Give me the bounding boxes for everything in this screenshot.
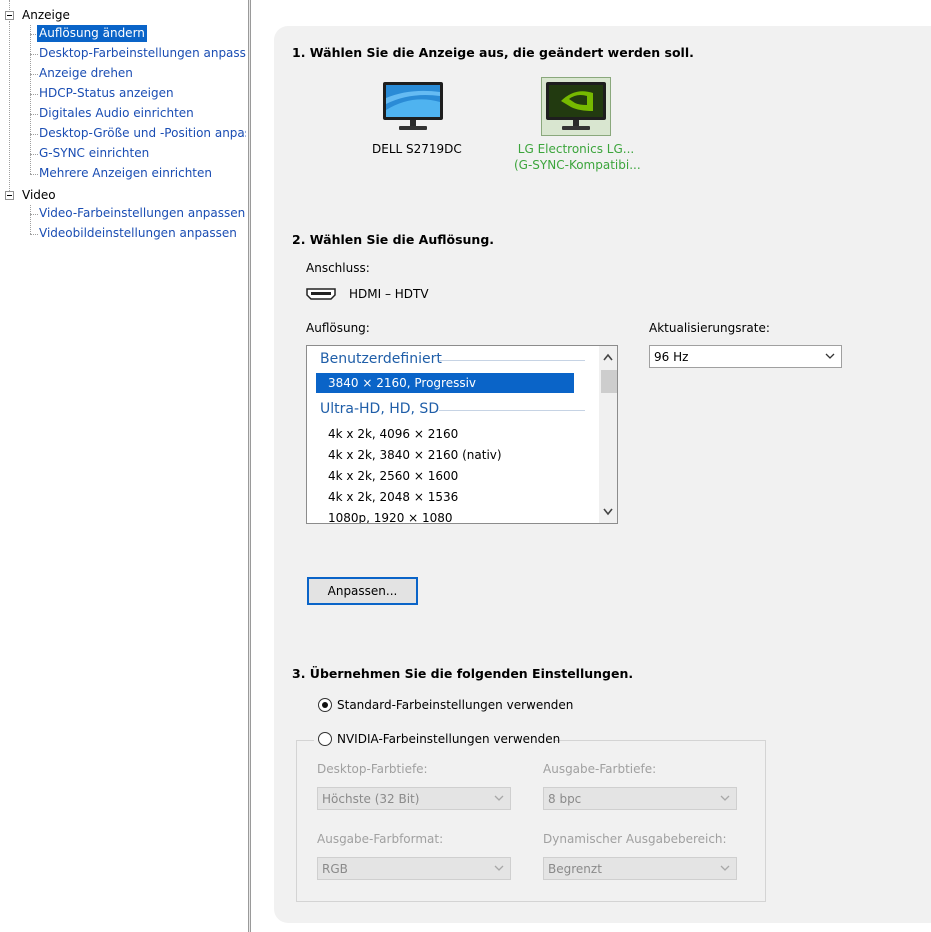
display-lg-subtitle: (G-SYNC-Kompatibi... xyxy=(514,158,641,172)
output-depth-select[interactable]: 8 bpc xyxy=(543,787,737,810)
tree-item-video-farbeinstellungen[interactable]: Video-Farbeinstellungen anpassen xyxy=(39,205,245,222)
display-dell-name: DELL S2719DC xyxy=(372,142,462,156)
output-format-value: RGB xyxy=(322,862,348,876)
output-depth-value: 8 bpc xyxy=(548,792,582,806)
chevron-down-icon xyxy=(825,353,835,359)
tree-item-hdcp-status[interactable]: HDCP-Status anzeigen xyxy=(39,85,174,102)
list-item[interactable]: 4k x 2k, 2560 × 1600 xyxy=(328,466,458,486)
tree-item-aufloesung-aendern[interactable]: Auflösung ändern xyxy=(37,25,147,42)
refresh-rate-value: 96 Hz xyxy=(654,350,689,364)
list-group-header: Benutzerdefiniert xyxy=(320,351,442,367)
tree-item-mehrere-anzeigen[interactable]: Mehrere Anzeigen einrichten xyxy=(39,165,212,182)
radio-nvidia-colors[interactable] xyxy=(318,732,332,746)
radio-default-colors[interactable] xyxy=(318,698,332,712)
resolution-label: Auflösung: xyxy=(306,321,370,335)
tree-connector xyxy=(30,234,38,235)
tree-connector xyxy=(30,54,38,55)
chevron-down-icon xyxy=(720,795,730,801)
tree-connector xyxy=(30,25,31,174)
connection-value: HDMI – HDTV xyxy=(349,287,429,301)
output-depth-label: Ausgabe-Farbtiefe: xyxy=(543,762,657,776)
tree-connector xyxy=(30,134,38,135)
collapse-icon[interactable] xyxy=(5,191,14,200)
scroll-thumb[interactable] xyxy=(601,370,617,393)
list-item[interactable]: 4k x 2k, 3840 × 2160 (nativ) xyxy=(328,445,502,465)
tree-connector xyxy=(30,174,38,175)
refresh-rate-select[interactable]: 96 Hz xyxy=(649,345,842,368)
tree-item-desktop-groesse[interactable]: Desktop-Größe und -Position anpassen xyxy=(39,125,246,142)
tree-connector xyxy=(30,114,38,115)
monitor-icon xyxy=(383,82,443,130)
list-item[interactable]: 1080p, 1920 × 1080 xyxy=(328,508,453,523)
list-item[interactable]: 4k x 2k, 2048 × 1536 xyxy=(328,487,458,507)
dynamic-range-label: Dynamischer Ausgabebereich: xyxy=(543,832,727,846)
desktop-depth-value: Höchste (32 Bit) xyxy=(322,792,420,806)
display-dell[interactable] xyxy=(382,80,446,137)
chevron-down-icon xyxy=(494,865,504,871)
display-lg[interactable] xyxy=(541,77,611,140)
pane-splitter[interactable] xyxy=(248,0,251,932)
chevron-down-icon xyxy=(494,795,504,801)
radio-nvidia-colors-label[interactable]: NVIDIA-Farbeinstellungen verwenden xyxy=(337,732,560,746)
connection-label: Anschluss: xyxy=(306,261,370,275)
list-item[interactable]: 3840 × 2160, Progressiv xyxy=(316,373,574,393)
refresh-rate-label: Aktualisierungsrate: xyxy=(649,321,770,335)
tree-connector xyxy=(30,214,38,215)
list-group-header: Ultra-HD, HD, SD xyxy=(320,401,440,417)
output-format-label: Ausgabe-Farbformat: xyxy=(317,832,444,846)
section2-title: 2. Wählen Sie die Auflösung. xyxy=(292,232,495,247)
dynamic-range-select[interactable]: Begrenzt xyxy=(543,857,737,880)
navigation-tree: Anzeige Auflösung ändern Desktop-Farbein… xyxy=(0,0,248,932)
list-scrollbar[interactable] xyxy=(599,346,617,523)
tree-item-videobildeinstellungen[interactable]: Videobildeinstellungen anpassen xyxy=(39,225,237,242)
dynamic-range-value: Begrenzt xyxy=(548,862,602,876)
resolution-list[interactable]: Benutzerdefiniert 3840 × 2160, Progressi… xyxy=(306,345,618,524)
hdmi-icon xyxy=(306,288,336,303)
tree-item-desktop-farbeinstellungen[interactable]: Desktop-Farbeinstellungen anpassen xyxy=(39,45,246,62)
scroll-up-icon[interactable] xyxy=(603,353,613,361)
desktop-depth-select[interactable]: Höchste (32 Bit) xyxy=(317,787,511,810)
section1-title: 1. Wählen Sie die Anzeige aus, die geänd… xyxy=(292,45,694,60)
tree-group-video[interactable]: Video xyxy=(22,187,56,204)
collapse-icon[interactable] xyxy=(5,11,14,20)
chevron-down-icon xyxy=(720,865,730,871)
list-item[interactable]: 4k x 2k, 4096 × 2160 xyxy=(328,424,458,444)
output-format-select[interactable]: RGB xyxy=(317,857,511,880)
tree-connector xyxy=(30,205,31,234)
display-lg-name: LG Electronics LG... xyxy=(517,142,635,156)
radio-default-colors-label[interactable]: Standard-Farbeinstellungen verwenden xyxy=(337,698,573,712)
group-divider xyxy=(439,360,585,361)
tree-connector xyxy=(30,154,38,155)
tree-item-digitales-audio[interactable]: Digitales Audio einrichten xyxy=(39,105,194,122)
scroll-down-icon[interactable] xyxy=(603,508,613,516)
tree-item-g-sync[interactable]: G-SYNC einrichten xyxy=(39,145,149,162)
monitor-icon xyxy=(541,77,611,136)
tree-connector xyxy=(9,21,10,191)
tree-connector xyxy=(9,0,10,10)
tree-connector xyxy=(30,94,38,95)
tree-connector xyxy=(30,74,38,75)
desktop-depth-label: Desktop-Farbtiefe: xyxy=(317,762,428,776)
tree-item-anzeige-drehen[interactable]: Anzeige drehen xyxy=(39,65,133,82)
section3-title: 3. Übernehmen Sie die folgenden Einstell… xyxy=(292,666,634,681)
customize-button[interactable]: Anpassen... xyxy=(307,577,418,605)
group-divider xyxy=(439,410,585,411)
tree-group-anzeige[interactable]: Anzeige xyxy=(22,7,70,24)
